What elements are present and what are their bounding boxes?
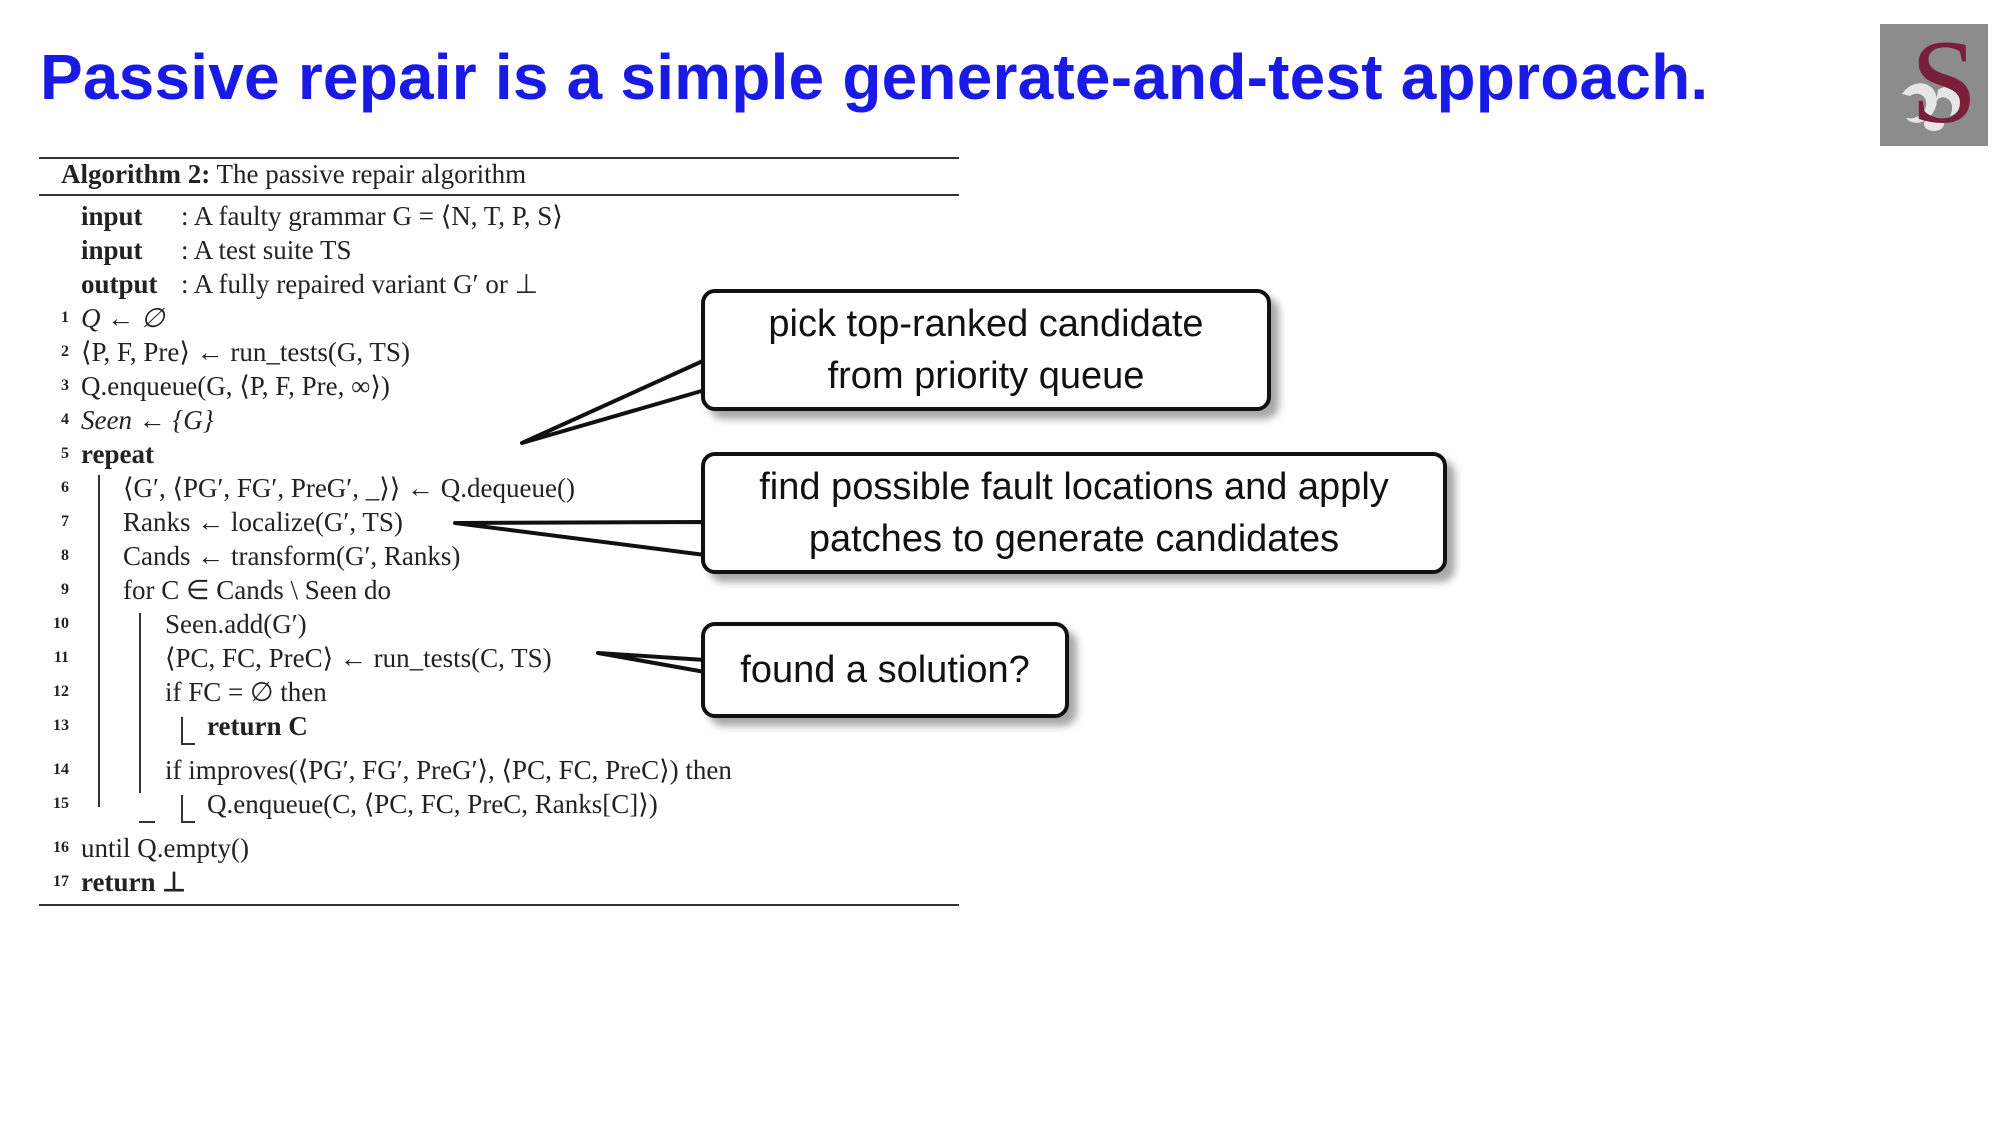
callout-text: pick top-ranked candidate from priority … xyxy=(768,303,1204,397)
callout-pointer xyxy=(596,651,707,674)
callout-text: find possible fault locations and apply … xyxy=(759,466,1389,560)
callout-pointer xyxy=(453,520,707,557)
callout-text: found a solution? xyxy=(740,649,1030,691)
callout-pointer xyxy=(520,358,707,445)
callout-pick-candidate: pick top-ranked candidate from priority … xyxy=(701,289,1271,411)
callout-localize-transform: find possible fault locations and apply … xyxy=(701,452,1447,574)
callout-found-solution: found a solution? xyxy=(701,622,1069,718)
